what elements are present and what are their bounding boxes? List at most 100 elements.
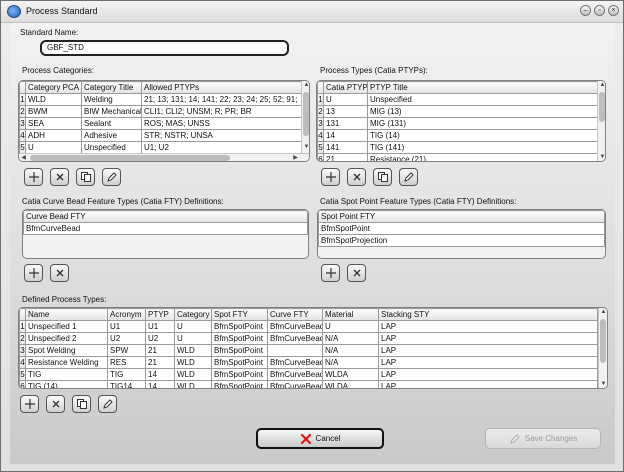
table-row[interactable]: 1 U Unspecified [317, 93, 598, 106]
scroll-thumb[interactable] [303, 92, 309, 136]
table-row[interactable]: 1 Unspecified 1 U1 U1 U BfmSpotPoint BfmCurveB… [19, 320, 598, 333]
column-header-spot-fty[interactable]: Spot FTY [211, 308, 268, 321]
cell[interactable]: N/A [322, 356, 379, 369]
add-process-type-button[interactable] [20, 395, 39, 413]
table-row[interactable]: 1 WLD Welding 21; 13; 131; 14; 141; 22; 23;… [19, 93, 302, 106]
scroll-thumb[interactable] [599, 92, 605, 122]
column-header-category[interactable]: Category [174, 308, 212, 321]
cell[interactable]: BfmSpotPoint [211, 380, 268, 388]
table-row[interactable]: 6 21 Resistance (21) [317, 153, 598, 161]
cell[interactable]: MIG (13) [367, 105, 598, 118]
horizontal-scrollbar[interactable]: ◀ ▶ [19, 153, 309, 161]
minimize-button[interactable]: – [580, 5, 591, 16]
cell[interactable]: LAP [378, 332, 598, 345]
cell[interactable]: STR; NSTR; UNSA [141, 129, 302, 142]
scroll-thumb[interactable] [600, 319, 606, 363]
cell[interactable]: BfmSpotPoint [318, 222, 605, 235]
cell[interactable]: U [25, 141, 82, 154]
spot-point-grid[interactable]: Spot Point FTY BfmSpotPoint BfmSpotProje… [317, 209, 606, 259]
cell[interactable]: U [323, 93, 368, 106]
cell[interactable]: BfmSpotPoint [211, 368, 268, 381]
cell[interactable]: Spot Welding [25, 344, 108, 357]
cell[interactable]: 21 [145, 344, 175, 357]
add-curve-bead-button[interactable] [24, 264, 43, 282]
cell[interactable] [267, 344, 323, 357]
edit-ptyp-button[interactable] [399, 168, 418, 186]
edit-process-type-button[interactable] [98, 395, 117, 413]
cell[interactable]: LAP [378, 344, 598, 357]
cell[interactable]: U2 [107, 332, 146, 345]
table-row[interactable]: 5 TIG TIG 14 WLD BfmSpotPoint BfmCurveBead WLDA… [19, 368, 598, 381]
cell[interactable]: LAP [378, 368, 598, 381]
column-header-name[interactable]: Name [25, 308, 108, 321]
cell[interactable]: U1 [107, 320, 146, 333]
cell[interactable]: 21 [145, 356, 175, 369]
scroll-down-icon[interactable]: ▼ [302, 143, 309, 152]
table-row[interactable]: BfmSpotPoint [318, 222, 605, 235]
column-header-catia-ptyp[interactable]: Catia PTYP [323, 81, 368, 94]
cell[interactable]: 21; 13; 131; 14; 141; 22; 23; 24; 25; 52… [141, 93, 302, 106]
cell[interactable]: BfmCurveBead [267, 332, 323, 345]
cell[interactable]: BfmSpotPoint [211, 356, 268, 369]
column-header-allowed-ptyps[interactable]: Allowed PTYPs [141, 81, 302, 94]
cell[interactable]: TIG (141) [367, 141, 598, 154]
cell[interactable]: WLDA [322, 368, 379, 381]
cell[interactable]: Unspecified [81, 141, 142, 154]
scroll-thumb[interactable] [30, 155, 230, 161]
scroll-left-icon[interactable]: ◀ [19, 154, 28, 161]
cell[interactable]: BIW Mechanical [81, 105, 142, 118]
cell[interactable]: 131 [323, 117, 368, 130]
cell[interactable]: BfmCurveBead [267, 356, 323, 369]
cell[interactable]: BfmCurveBead [23, 222, 308, 235]
cell[interactable]: U [174, 320, 212, 333]
curve-bead-grid[interactable]: Curve Bead FTY BfmCurveBead [22, 209, 309, 259]
cell[interactable]: RES [107, 356, 146, 369]
cell[interactable]: MIG (131) [367, 117, 598, 130]
cell[interactable]: WLD [174, 356, 212, 369]
maximize-button[interactable]: ▫ [594, 5, 605, 16]
cell[interactable]: U1 [145, 320, 175, 333]
column-header-stacking-sty[interactable]: Stacking STY [378, 308, 598, 321]
cell[interactable]: CLI1; CLI2; UNSM; R; PR; BR [141, 105, 302, 118]
cell[interactable]: N/A [322, 344, 379, 357]
cell[interactable]: Sealant [81, 117, 142, 130]
table-row[interactable]: 3 SEA Sealant ROS; MAS; UNSS [19, 117, 302, 130]
cell[interactable]: TIG (14) [367, 129, 598, 142]
vertical-scrollbar[interactable]: ▲ ▼ [301, 81, 309, 153]
scroll-up-icon[interactable]: ▲ [599, 308, 607, 317]
cell[interactable]: BfmCurveBead [267, 368, 323, 381]
cell[interactable]: Unspecified 1 [25, 320, 108, 333]
table-row[interactable]: 2 Unspecified 2 U2 U2 U BfmSpotPoint BfmCurveB… [19, 332, 598, 345]
close-button[interactable]: × [608, 5, 619, 16]
cell[interactable]: 21 [323, 153, 368, 161]
scroll-up-icon[interactable]: ▲ [302, 81, 309, 90]
column-header-ptyp[interactable]: PTYP [145, 308, 175, 321]
cell[interactable]: U [174, 332, 212, 345]
cell[interactable]: 14 [145, 368, 175, 381]
copy-process-type-button[interactable] [72, 395, 91, 413]
delete-ptyp-button[interactable] [347, 168, 366, 186]
cell[interactable]: LAP [378, 320, 598, 333]
cell[interactable]: TIG (14) [25, 380, 108, 388]
cell[interactable]: U [322, 320, 379, 333]
add-spot-point-button[interactable] [321, 264, 340, 282]
table-row[interactable]: 5 U Unspecified U1; U2 [19, 141, 302, 154]
cell[interactable]: Unspecified 2 [25, 332, 108, 345]
scroll-up-icon[interactable]: ▲ [598, 81, 605, 90]
cell[interactable]: ADH [25, 129, 82, 142]
table-row[interactable]: 4 ADH Adhesive STR; NSTR; UNSA [19, 129, 302, 142]
cell[interactable]: Adhesive [81, 129, 142, 142]
defined-process-types-grid[interactable]: Name Acronym PTYP Category Spot FTY Curv… [18, 307, 608, 389]
delete-spot-point-button[interactable] [347, 264, 366, 282]
table-row[interactable]: BfmCurveBead [23, 222, 308, 235]
vertical-scrollbar[interactable]: ▲ ▼ [597, 81, 605, 161]
cell[interactable]: 141 [323, 141, 368, 154]
add-ptyp-button[interactable] [321, 168, 340, 186]
cancel-button[interactable]: Cancel [256, 428, 384, 449]
cell[interactable]: TIG14 [107, 380, 146, 388]
cell[interactable]: BfmSpotPoint [211, 344, 268, 357]
column-header-curve-fty[interactable]: Curve FTY [267, 308, 323, 321]
column-header-acronym[interactable]: Acronym [107, 308, 146, 321]
cell[interactable]: SPW [107, 344, 146, 357]
column-header-ptyp-title[interactable]: PTYP Title [367, 81, 598, 94]
